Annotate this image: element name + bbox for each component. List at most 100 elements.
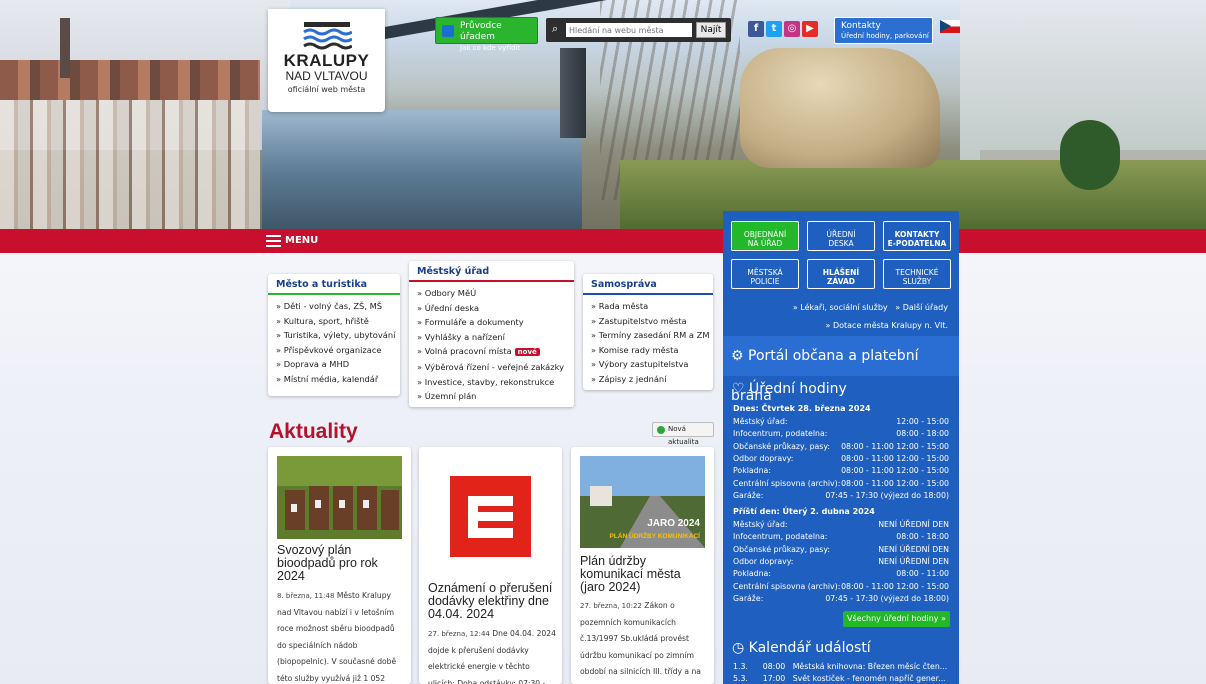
youtube-icon[interactable]: ▶ [802, 21, 818, 37]
calendar-time: 08:00 [762, 662, 786, 671]
box-link[interactable]: » Úřední deska [417, 301, 566, 316]
all-hours-button[interactable]: Všechny úřední hodiny » [843, 611, 950, 627]
hours-label: Městský úřad: [733, 520, 788, 529]
news-card-body: Zákon o pozemních komunikacích č.13/1997… [580, 601, 701, 684]
box-link[interactable]: » Místní média, kalendář [276, 372, 392, 387]
box-link[interactable]: » Termíny zasedání RM a ZM [591, 328, 709, 343]
news-card-date: 27. března, 12:44 [428, 630, 490, 638]
hours-row: Městský úřad: 12:00 - 15:00 [733, 417, 949, 429]
box-link-label: » Komise rady města [591, 344, 679, 355]
guide-subtitle: Jak co kde vyřídit [460, 44, 521, 52]
contacts-button[interactable]: Kontakty Úřední hodiny, parkování [834, 17, 933, 44]
calendar-title-text: Kalendář událostí [748, 640, 871, 656]
new-news-button[interactable]: Nová aktualita [652, 422, 714, 446]
technical-services-button[interactable]: TECHNICKÉ SLUŽBY [883, 259, 951, 289]
box-link-label: » Rada města [591, 301, 649, 311]
appointment-button[interactable]: OBJEDNÁNÍ NA ÚŘAD [731, 221, 799, 251]
news-card-body: Město Kralupy nad Vltavou nabízí i v let… [277, 591, 397, 683]
box-link-label: » Vyhlášky a nařízení [417, 331, 505, 342]
box-link-label: » Odbory MěÚ [417, 288, 477, 298]
instagram-icon[interactable]: ◎ [784, 21, 800, 37]
calendar-time: 17:00 [762, 674, 786, 683]
calendar-date: 5.3. [733, 674, 748, 683]
box-link[interactable]: » Územní plán [417, 389, 566, 404]
menu-button[interactable]: MENU [266, 234, 318, 248]
hours-value: NENÍ ÚŘEDNÍ DEN [878, 520, 949, 529]
box-link[interactable]: » Volná pracovní místa nové [417, 344, 566, 360]
contacts-subtitle: Úřední hodiny, parkování [841, 32, 929, 40]
hours-label: Občanské průkazy, pasy: [733, 441, 831, 451]
calendar-item[interactable]: 5.3. 17:00 Svět kostiček - fenomén napří… [733, 674, 949, 684]
site-logo[interactable]: KRALUPY NAD VLTAVOU oficiální web města [268, 9, 385, 112]
calendar-title: ◷ Kalendář událostí [732, 640, 871, 656]
city-police-button[interactable]: MĚSTSKÁ POLICIE [731, 259, 799, 289]
hours-label: Centrální spisovna (archiv): [733, 581, 841, 591]
box-link[interactable]: » Kultura, sport, hřiště [276, 314, 392, 329]
box-link[interactable]: » Výbory zastupitelstva [591, 357, 705, 372]
hours-value: 08:00 - 18:00 [896, 532, 949, 542]
new-badge: nové [514, 348, 540, 357]
official-board-button[interactable]: ÚŘEDNÍ DESKA [807, 221, 875, 251]
logo-line3: oficiální web města [287, 85, 366, 94]
box-link[interactable]: » Doprava a MHD [276, 357, 392, 372]
calendar-date: 1.3. [733, 662, 748, 671]
hours-row: Infocentrum, podatelna: 08:00 - 18:00 [733, 429, 949, 441]
box-link[interactable]: » Vyhlášky a nařízení [417, 330, 566, 345]
qbtn-line: ÚŘEDNÍ [826, 229, 856, 239]
hours-row: Infocentrum, podatelna: 08:00 - 18:00 [733, 532, 949, 544]
hours-next: Příští den: Úterý 2. dubna 2024 [733, 507, 875, 516]
box-link[interactable]: » Výběrová řízení - veřejné zakázky [417, 360, 566, 375]
box-link[interactable]: » Zápisy z jednání [591, 372, 705, 387]
news-card[interactable]: Oznámení o přerušení dodávky elektřiny d… [419, 447, 562, 684]
office-guide-button[interactable]: Průvodce úřadem Jak co kde vyřídit [435, 17, 538, 52]
guide-title: Průvodce úřadem [460, 21, 502, 42]
cez-logo-image [428, 456, 553, 566]
news-card[interactable]: JARO 2024 PLÁN ÚDRŽBY KOMUNIKACÍ Plán úd… [571, 447, 714, 684]
box-link-label: » Investice, stavby, rekonstrukce [417, 376, 555, 387]
box-link[interactable]: » Děti - volný čas, ZŠ, MŠ [276, 299, 392, 314]
search-input[interactable] [566, 23, 692, 37]
calendar-item[interactable]: 1.3. 08:00 Městská knihovna: Březen měsí… [733, 662, 949, 673]
hours-row: Občanské průkazy, pasy: 08:00 - 11:00 12:… [733, 442, 949, 454]
box-link[interactable]: » Turistika, výlety, ubytování [276, 328, 396, 343]
hours-row: Centrální spisovna (archiv): 08:00 - 11:0… [733, 582, 949, 594]
hours-row: Občanské průkazy, pasy: NENÍ ÚŘEDNÍ DEN [733, 545, 949, 557]
news-title: Aktuality [269, 420, 358, 443]
twitter-icon[interactable]: t [766, 21, 782, 37]
news-card-title[interactable]: Oznámení o přerušení dodávky elektřiny d… [428, 582, 556, 621]
box-link[interactable]: » Komise rady města [591, 343, 705, 358]
citizen-portal-link[interactable]: ⚙ Portál občana a platební brána [723, 336, 959, 404]
hours-title-text: Úřední hodiny [749, 381, 847, 397]
box-link[interactable]: » Příspěvkové organizace [276, 343, 392, 358]
hours-label: Garáže: [733, 593, 764, 603]
box-link-label: » Turistika, výlety, ubytování [276, 330, 396, 341]
box-link-label: » Volná pracovní místa [417, 346, 512, 357]
box-link[interactable]: » Zastupitelstvo města [591, 314, 705, 329]
hours-value: 07:45 - 17:30 (výjezd do 18:00) [825, 490, 949, 500]
hours-row: Centrální spisovna (archiv): 08:00 - 11:0… [733, 479, 949, 491]
news-card-title[interactable]: Svozový plán bioodpadů pro rok 2024 [277, 544, 405, 583]
panel-links-row1[interactable]: » Lékaři, sociální služby » Další úřady [723, 303, 959, 312]
panel-links-row2[interactable]: » Dotace města Kralupy n. Vlt. [723, 321, 959, 330]
office-box-title: Městský úřad [409, 261, 574, 282]
box-link[interactable]: » Odbory MěÚ [417, 286, 566, 301]
facebook-icon[interactable]: f [748, 21, 764, 37]
qbtn-line: POLICIE [750, 276, 780, 286]
box-link[interactable]: » Rada města [591, 299, 705, 314]
hours-value: 08:00 - 11:00 [896, 569, 949, 579]
hours-row: Pokladna: 08:00 - 11:00 [733, 569, 949, 581]
search-button[interactable]: Najít [696, 22, 726, 38]
hours-label: Městský úřad: [733, 417, 788, 426]
news-card-date: 8. března, 11:48 [277, 592, 335, 600]
czech-flag-icon[interactable] [940, 20, 960, 33]
hours-value: 08:00 - 11:00 12:00 - 15:00 [841, 441, 949, 451]
news-card-text: 27. března, 12:44 Dne 04.04. 2024 dojde … [428, 626, 556, 684]
news-card[interactable]: Svozový plán bioodpadů pro rok 2024 8. b… [268, 447, 411, 684]
contacts-epodatelna-button[interactable]: KONTAKTY E-PODATELNA [883, 221, 951, 251]
box-link[interactable]: » Formuláře a dokumenty [417, 315, 566, 330]
box-link-label: » Kultura, sport, hřiště [276, 315, 369, 326]
news-card-title[interactable]: Plán údržby komunikací města (jaro 2024) [580, 555, 708, 594]
report-defect-button[interactable]: HLÁŠENÍ ZÁVAD [807, 259, 875, 289]
box-link[interactable]: » Investice, stavby, rekonstrukce [417, 375, 566, 390]
news-card-text: 8. března, 11:48 Město Kralupy nad Vltav… [277, 588, 405, 684]
